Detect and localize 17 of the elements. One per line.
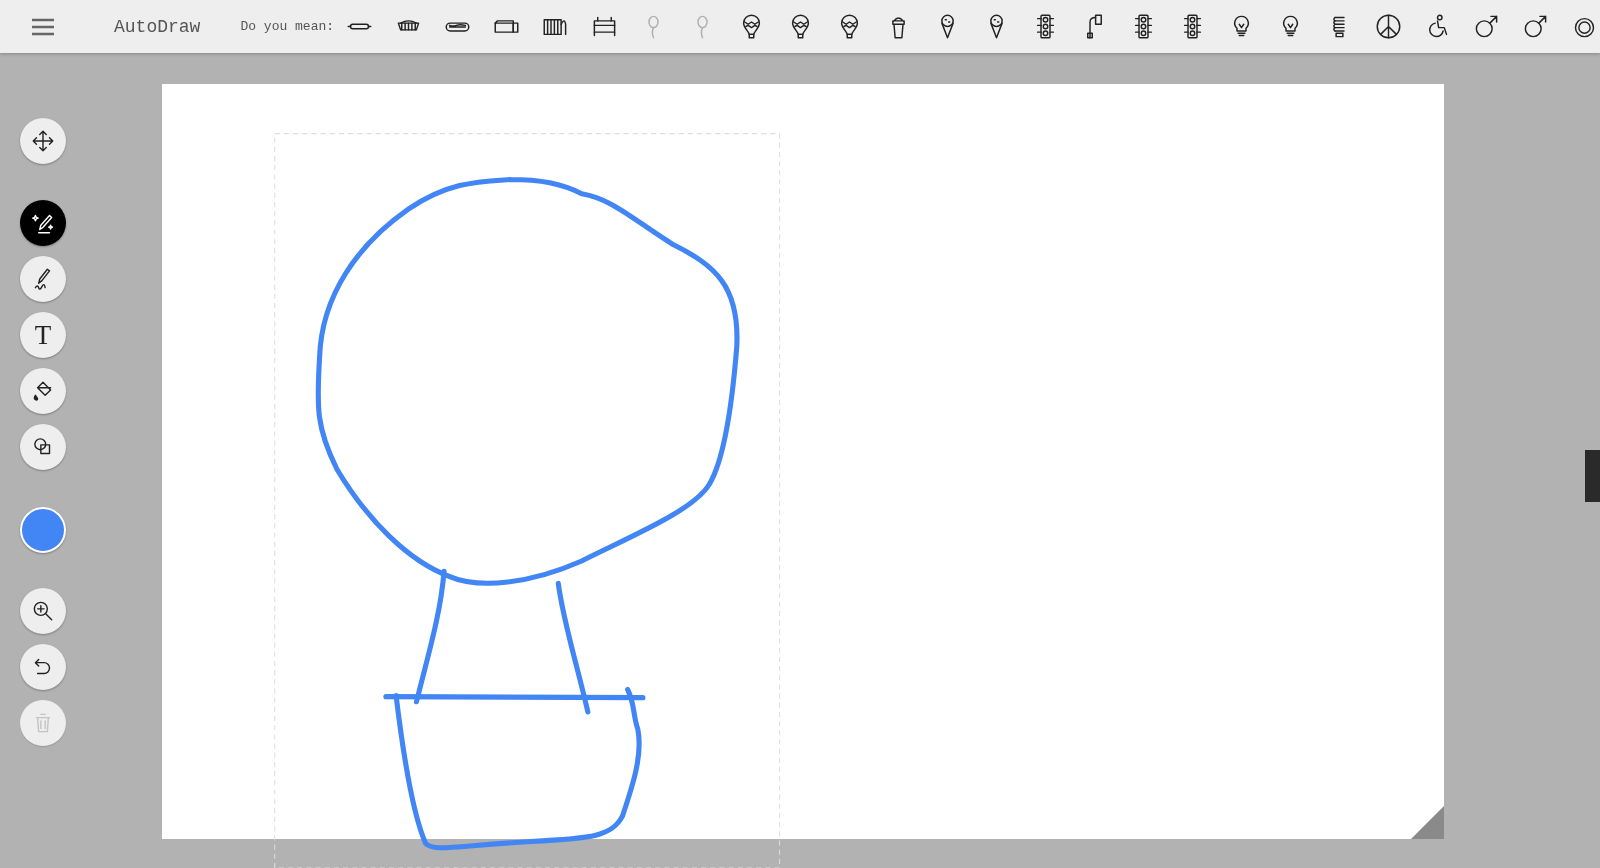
move-tool[interactable] (20, 118, 66, 164)
menu-icon[interactable] (30, 16, 56, 37)
peace-sign-icon[interactable] (1375, 13, 1403, 40)
resize-handle[interactable] (1411, 806, 1444, 839)
scrollbar-thumb[interactable] (1585, 450, 1600, 502)
app-title: AutoDraw (114, 16, 201, 37)
move-icon (30, 128, 56, 154)
text-tool[interactable]: T (20, 312, 66, 358)
undo-button[interactable] (20, 644, 66, 690)
hot-air-balloon-sketch[interactable] (315, 176, 740, 851)
zoom-button[interactable] (20, 588, 66, 634)
fill-tool[interactable] (20, 368, 66, 414)
suggestions-label: Do you mean: (240, 19, 335, 34)
color-picker[interactable] (20, 507, 66, 553)
autodraw-tool[interactable] (20, 200, 66, 246)
shape-tool[interactable] (20, 424, 66, 470)
draw-tool[interactable] (20, 256, 66, 302)
